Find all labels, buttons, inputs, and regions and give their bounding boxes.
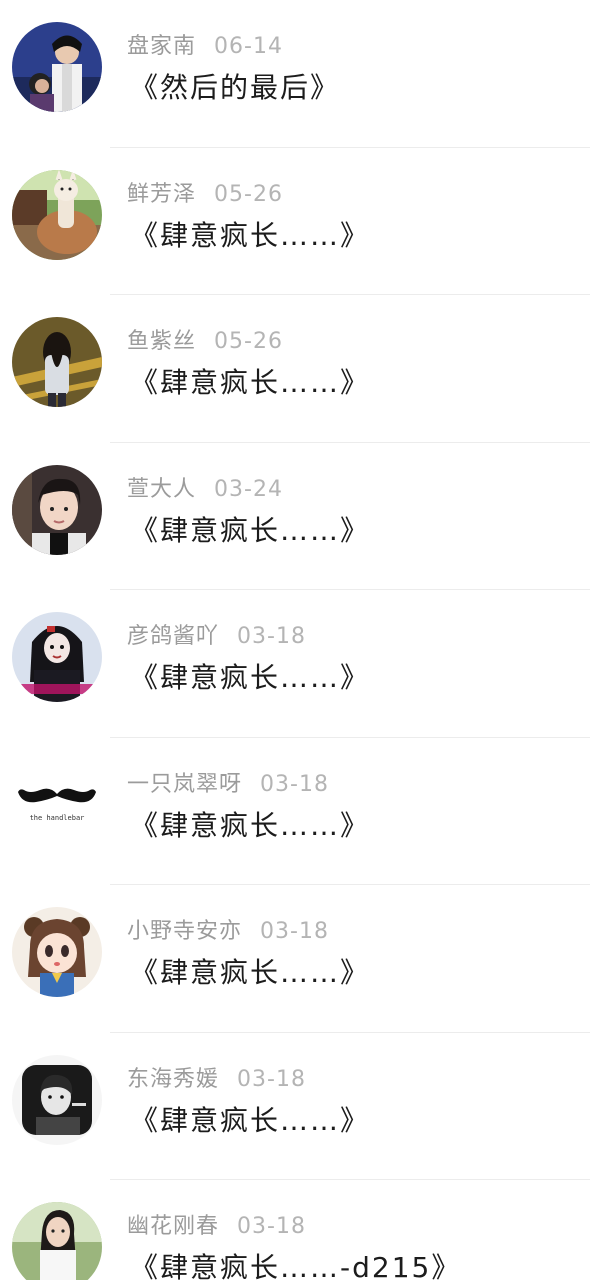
username[interactable]: 幽花刚春 bbox=[127, 1214, 219, 1239]
comment-meta: 鱼紫丝 05-26 bbox=[127, 323, 283, 355]
avatar-gothic-girl-photo bbox=[12, 612, 102, 702]
list-item[interactable]: 彦鸽酱吖 03-18 《肆意疯长……》 bbox=[0, 590, 590, 738]
comment-meta: 东海秀媛 03-18 bbox=[127, 1061, 306, 1093]
avatar-alpaca-photo bbox=[12, 169, 102, 260]
comment-date: 03-18 bbox=[260, 919, 329, 944]
comment-meta: 鲜芳泽 05-26 bbox=[127, 176, 283, 208]
avatar-anime-girl bbox=[12, 907, 102, 997]
username[interactable]: 鱼紫丝 bbox=[127, 329, 196, 354]
comment-title[interactable]: 《肆意疯长……-d215》 bbox=[130, 1246, 461, 1280]
comment-date: 03-24 bbox=[214, 476, 283, 502]
list-item[interactable]: 盘家南 06-14 《然后的最后》 bbox=[0, 0, 590, 148]
comment-title[interactable]: 《肆意疯长……》 bbox=[130, 951, 370, 991]
avatar-girl-back-photo bbox=[12, 317, 102, 407]
comment-meta: 一只岚翠呀 03-18 bbox=[127, 766, 329, 798]
avatar-portrait-photo bbox=[12, 464, 102, 555]
comment-title[interactable]: 《肆意疯长……》 bbox=[130, 656, 370, 696]
comment-meta: 萱大人 03-24 bbox=[127, 471, 283, 503]
comment-title[interactable]: 《肆意疯长……》 bbox=[130, 509, 370, 549]
list-item[interactable]: 小野寺安亦 03-18 《肆意疯长……》 bbox=[0, 885, 590, 1033]
avatar-woman-outdoor-photo bbox=[12, 1202, 102, 1280]
avatar[interactable] bbox=[12, 22, 102, 112]
avatar-bw-portrait-photo bbox=[12, 1054, 102, 1145]
avatar[interactable] bbox=[12, 612, 102, 702]
comment-date: 03-18 bbox=[237, 1066, 306, 1092]
username[interactable]: 盘家南 bbox=[127, 34, 196, 59]
list-item[interactable]: 萱大人 03-24 《肆意疯长……》 bbox=[0, 443, 590, 590]
list-item[interactable]: 幽花刚春 03-18 《肆意疯长……-d215》 bbox=[0, 1180, 590, 1280]
list-item[interactable]: the handlebar 一只岚翠呀 03-18 《肆意疯长……》 bbox=[0, 738, 590, 885]
avatar-logo-text: the handlebar bbox=[30, 814, 85, 822]
comment-feed: 盘家南 06-14 《然后的最后》 鲜芳泽 05-26 《肆意疯长……》 鱼紫丝… bbox=[0, 0, 590, 1280]
username[interactable]: 东海秀媛 bbox=[127, 1067, 219, 1092]
list-item[interactable]: 鱼紫丝 05-26 《肆意疯长……》 bbox=[0, 295, 590, 443]
comment-meta: 小野寺安亦 03-18 bbox=[127, 913, 329, 945]
username[interactable]: 萱大人 bbox=[127, 477, 196, 502]
avatar[interactable] bbox=[12, 464, 102, 555]
comment-title[interactable]: 《肆意疯长……》 bbox=[130, 804, 370, 844]
comment-date: 06-14 bbox=[214, 34, 283, 59]
comment-date: 03-18 bbox=[260, 771, 329, 797]
avatar-drama-costume-photo bbox=[12, 22, 102, 112]
comment-date: 05-26 bbox=[214, 181, 283, 207]
username[interactable]: 彦鸽酱吖 bbox=[127, 624, 219, 649]
comment-title[interactable]: 《肆意疯长……》 bbox=[130, 361, 370, 401]
username[interactable]: 小野寺安亦 bbox=[127, 919, 242, 944]
comment-title[interactable]: 《肆意疯长……》 bbox=[130, 214, 370, 254]
comment-meta: 盘家南 06-14 bbox=[127, 28, 283, 60]
avatar-mustache-logo: the handlebar bbox=[12, 759, 102, 850]
list-item[interactable]: 鲜芳泽 05-26 《肆意疯长……》 bbox=[0, 148, 590, 295]
comment-title[interactable]: 《然后的最后》 bbox=[130, 66, 340, 106]
avatar[interactable] bbox=[12, 317, 102, 407]
avatar[interactable] bbox=[12, 1202, 102, 1280]
comment-date: 03-18 bbox=[237, 1214, 306, 1239]
avatar[interactable] bbox=[12, 907, 102, 997]
comment-date: 03-18 bbox=[237, 624, 306, 649]
comment-title[interactable]: 《肆意疯长……》 bbox=[130, 1099, 370, 1139]
username[interactable]: 一只岚翠呀 bbox=[127, 772, 242, 797]
comment-date: 05-26 bbox=[214, 329, 283, 354]
comment-meta: 幽花刚春 03-18 bbox=[127, 1208, 306, 1240]
list-item[interactable]: 东海秀媛 03-18 《肆意疯长……》 bbox=[0, 1033, 590, 1180]
avatar[interactable] bbox=[12, 169, 102, 260]
avatar[interactable]: the handlebar bbox=[12, 759, 102, 850]
username[interactable]: 鲜芳泽 bbox=[127, 182, 196, 207]
comment-meta: 彦鸽酱吖 03-18 bbox=[127, 618, 306, 650]
avatar[interactable] bbox=[12, 1054, 102, 1145]
